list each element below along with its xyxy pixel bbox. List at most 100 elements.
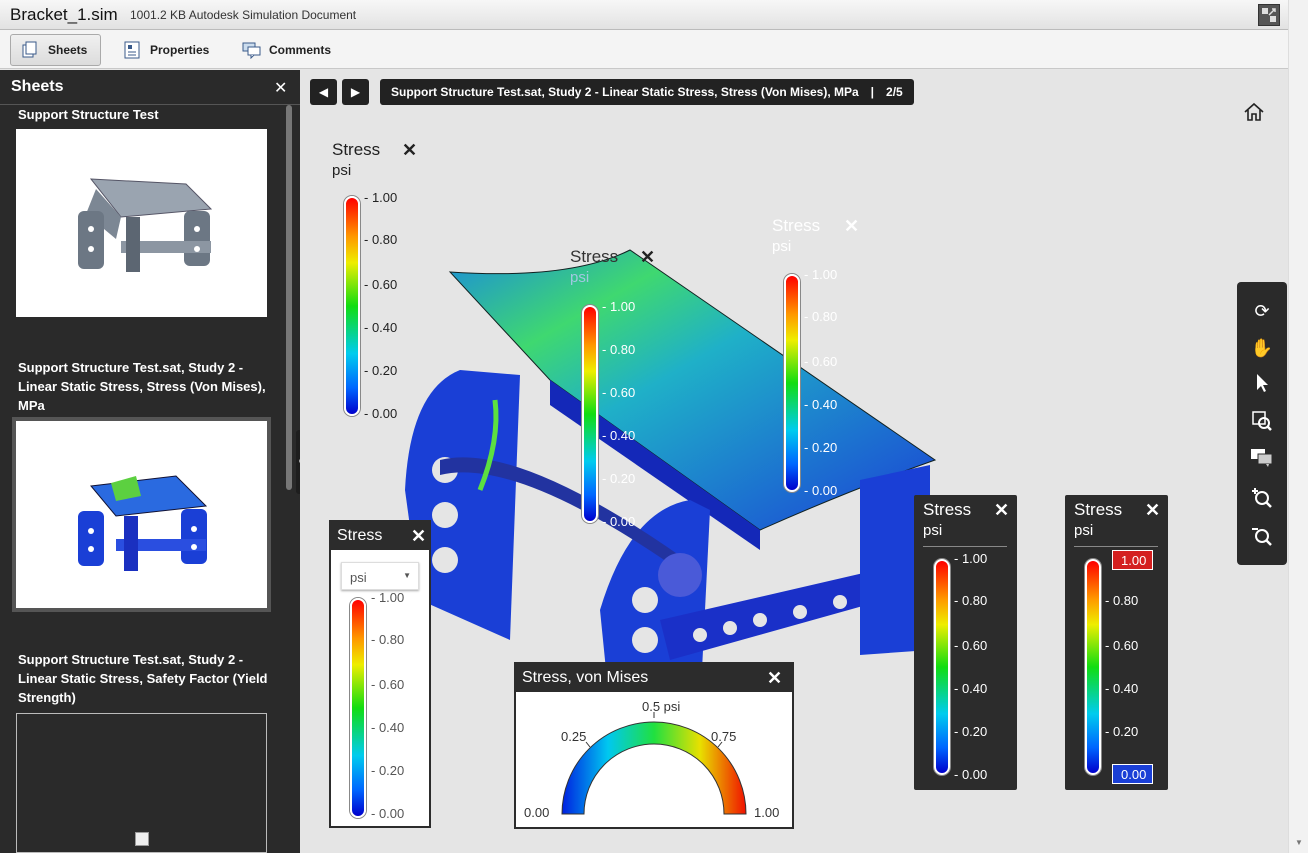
gauge-label-min: 0.00 bbox=[524, 805, 550, 820]
sidebar-scrollbar[interactable] bbox=[286, 105, 292, 490]
broken-image-icon bbox=[135, 832, 149, 846]
comments-icon bbox=[242, 41, 261, 60]
tick-label: - 0.80 bbox=[371, 632, 405, 647]
properties-icon bbox=[123, 41, 141, 59]
legend-title: Stress bbox=[772, 216, 821, 235]
tab-properties[interactable]: Properties bbox=[113, 34, 219, 66]
stress-legend-plain[interactable]: Stress ✕ psi - 1.00 - 0.80 - 0.60 - 0.40… bbox=[330, 138, 450, 421]
rotate-icon[interactable]: ⟳ bbox=[1249, 298, 1275, 324]
tick-label: - 1.00 bbox=[804, 267, 838, 282]
legend-unit: psi bbox=[570, 269, 590, 286]
model-viewer[interactable]: ◀ ▶ Support Structure Test.sat, Study 2 … bbox=[300, 70, 1288, 853]
tick-label: - 0.20 bbox=[954, 724, 988, 739]
gauge-label-q3: 0.75 bbox=[711, 729, 737, 744]
gauge-label-mid: 0.5 psi bbox=[642, 699, 681, 714]
close-icon[interactable]: ✕ bbox=[994, 500, 1009, 521]
tab-bar: Sheets Properties Comments bbox=[0, 30, 1288, 69]
page-scrollbar[interactable]: ▼ bbox=[1288, 0, 1308, 853]
unit-dropdown-value: psi bbox=[350, 570, 367, 585]
comments-icon[interactable] bbox=[1249, 448, 1275, 474]
close-icon[interactable]: ✕ bbox=[402, 140, 417, 161]
tick-label: - 0.80 bbox=[804, 309, 838, 324]
legend-title: Stress bbox=[332, 140, 381, 159]
legend-header: Stress, von Mises bbox=[516, 664, 792, 692]
stress-legend-overlay[interactable]: Stress ✕ psi - 1.00 - 0.80 - 0.60 - 0.40… bbox=[568, 245, 688, 535]
stress-legend-light[interactable]: Stress ✕ psi - 1.00 - 0.80 - 0.60 - 0.40… bbox=[770, 214, 890, 504]
stress-legend-flags[interactable]: Stress ✕ psi - 0.80 - 0.60 - 0.40 - 0.20… bbox=[1065, 495, 1168, 790]
stress-gauge-legend[interactable]: Stress, von Mises ✕ 0.5 psi 0.25 0.75 0.… bbox=[514, 662, 794, 829]
expand-icon[interactable] bbox=[1258, 4, 1280, 26]
next-arrow-icon[interactable]: ▶ bbox=[342, 79, 369, 105]
sheet-title[interactable]: Support Structure Test.sat, Study 2 - Li… bbox=[18, 650, 280, 707]
gauge-label-max: 1.00 bbox=[754, 805, 780, 820]
close-icon[interactable]: ✕ bbox=[274, 78, 287, 98]
sheet-navigator: Support Structure Test.sat, Study 2 - Li… bbox=[380, 79, 914, 105]
tick-label: - 0.60 bbox=[371, 677, 405, 692]
sheet-title[interactable]: Support Structure Test.sat, Study 2 - Li… bbox=[18, 358, 280, 415]
file-info: 1001.2 KB Autodesk Simulation Document bbox=[130, 8, 357, 22]
tab-comments[interactable]: Comments bbox=[232, 34, 341, 66]
close-icon[interactable]: ✕ bbox=[1145, 500, 1160, 521]
chevron-down-icon: ▼ bbox=[403, 571, 411, 580]
prev-arrow-icon[interactable]: ◀ bbox=[310, 79, 337, 105]
tick-label: - 0.00 bbox=[804, 483, 838, 498]
sheets-sidebar: Sheets ✕ Support Structure Test Support … bbox=[0, 70, 300, 853]
tick-label: - 0.80 bbox=[954, 593, 988, 608]
close-icon[interactable]: ✕ bbox=[411, 526, 426, 547]
zoom-out-icon[interactable] bbox=[1249, 525, 1275, 551]
tab-sheets[interactable]: Sheets bbox=[10, 34, 101, 66]
sheet-thumbnail[interactable] bbox=[16, 713, 267, 853]
tick-label: - 0.60 bbox=[954, 638, 988, 653]
select-pointer-icon[interactable] bbox=[1249, 373, 1275, 399]
color-scale-bar bbox=[344, 196, 360, 416]
sheet-thumbnail[interactable] bbox=[16, 129, 267, 317]
color-scale-bar bbox=[1085, 559, 1101, 775]
tick-label: - 0.00 bbox=[954, 767, 988, 782]
title-bar: Bracket_1.sim 1001.2 KB Autodesk Simulat… bbox=[0, 0, 1288, 30]
tick-label: - 0.40 bbox=[804, 397, 838, 412]
tick-label: - 0.60 bbox=[364, 277, 398, 292]
sheets-icon bbox=[21, 41, 39, 59]
tick-label: - 0.60 bbox=[804, 354, 838, 369]
tick-label: - 0.40 bbox=[371, 720, 405, 735]
zoom-window-icon[interactable] bbox=[1249, 410, 1275, 436]
legend-title: Stress bbox=[923, 500, 972, 519]
close-icon[interactable]: ✕ bbox=[767, 668, 782, 689]
home-icon[interactable] bbox=[1243, 102, 1265, 127]
unit-dropdown[interactable]: psi ▼ bbox=[341, 562, 419, 590]
close-icon[interactable]: ✕ bbox=[844, 216, 859, 237]
sheet-thumbnail-selected[interactable] bbox=[12, 417, 271, 612]
scroll-down-icon[interactable]: ▼ bbox=[1295, 838, 1303, 847]
color-scale-bar bbox=[350, 598, 366, 818]
page-indicator: 2/5 bbox=[886, 85, 903, 99]
color-scale-bar bbox=[582, 305, 598, 523]
tick-label: - 0.20 bbox=[371, 763, 405, 778]
tick-label: - 1.00 bbox=[954, 551, 988, 566]
tick-label: - 0.40 bbox=[954, 681, 988, 696]
legend-title: Stress bbox=[570, 247, 619, 266]
close-icon[interactable]: ✕ bbox=[640, 247, 655, 268]
stress-legend-dark[interactable]: Stress ✕ psi - 1.00 - 0.80 - 0.60 - 0.40… bbox=[914, 495, 1017, 790]
tick-label: - 0.20 bbox=[804, 440, 838, 455]
tick-label: - 0.20 bbox=[602, 471, 636, 486]
zoom-in-icon[interactable] bbox=[1249, 487, 1275, 513]
file-name: Bracket_1.sim bbox=[10, 5, 118, 24]
tick-label: - 1.00 bbox=[371, 590, 405, 605]
stress-legend-boxed[interactable]: Stress ✕ psi ▼ - 1.00 - 0.80 - 0.60 - 0.… bbox=[329, 520, 431, 828]
tick-label: - 0.60 bbox=[1105, 638, 1139, 653]
tab-label: Sheets bbox=[48, 43, 88, 57]
pan-hand-icon[interactable]: ✋ bbox=[1249, 335, 1275, 361]
max-value-flag: 1.00 bbox=[1112, 550, 1154, 570]
legend-unit: psi bbox=[332, 162, 352, 179]
sidebar-title: Sheets bbox=[0, 70, 300, 105]
gauge-title: Stress, von Mises bbox=[522, 669, 649, 686]
sheet-title[interactable]: Support Structure Test bbox=[18, 105, 280, 124]
tick-label: - 0.60 bbox=[602, 385, 636, 400]
tick-label: - 0.00 bbox=[371, 806, 405, 821]
tick-label: - 0.40 bbox=[602, 428, 636, 443]
tick-label: - 0.00 bbox=[602, 514, 636, 529]
tick-label: - 0.80 bbox=[364, 232, 398, 247]
tab-label: Comments bbox=[269, 43, 332, 57]
tick-label: - 0.00 bbox=[364, 406, 398, 421]
tick-label: - 1.00 bbox=[602, 299, 636, 314]
